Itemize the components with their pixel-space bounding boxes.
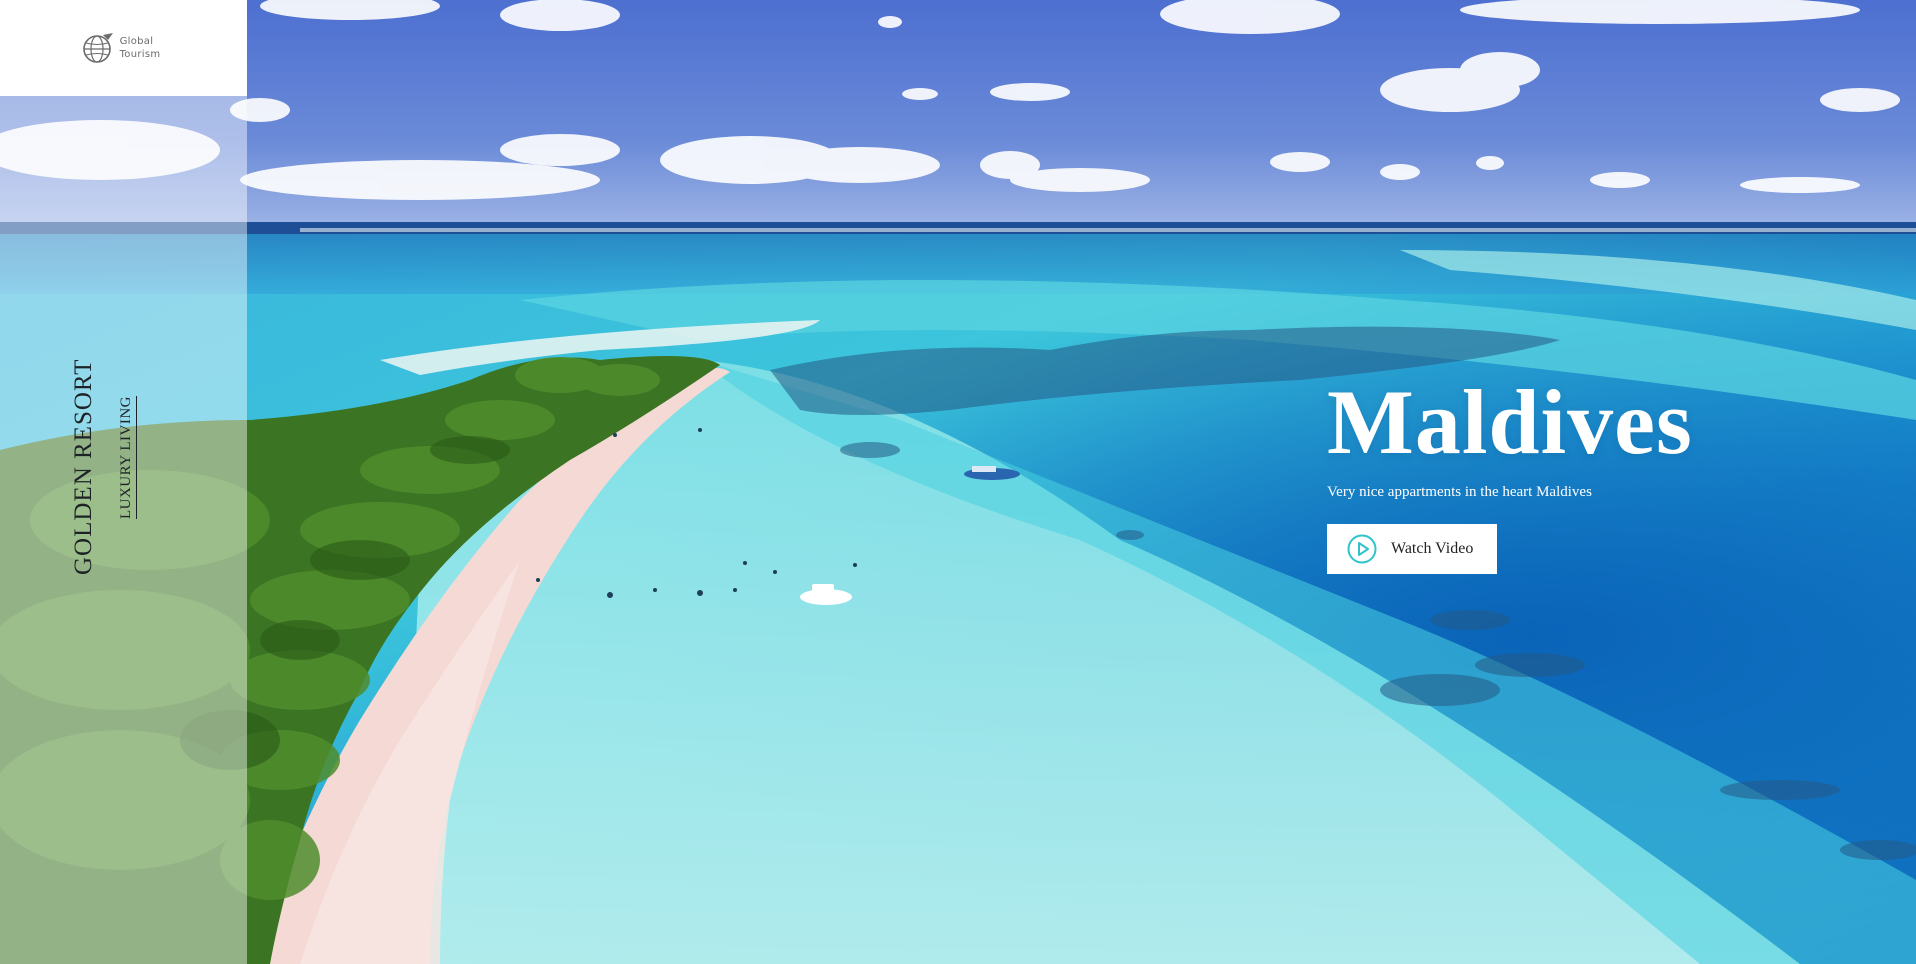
brand-sidebar: Global Tourism GOLDEN RESORT LUXURY LIVI… [0, 0, 247, 964]
logo-link[interactable]: Global Tourism [0, 0, 247, 96]
resort-tagline: LUXURY LIVING [118, 396, 137, 520]
globe-plane-icon [82, 33, 113, 63]
hero-title: Maldives [1327, 371, 1693, 473]
hero-subtitle: Very nice appartments in the heart Maldi… [1327, 484, 1592, 500]
resort-name: GOLDEN RESORT [70, 358, 97, 575]
logo-line-2: Tourism [119, 49, 161, 60]
logo-wordmark: Global Tourism [120, 35, 161, 61]
global-tourism-logo: Global Tourism [81, 31, 161, 65]
play-circle-icon [1347, 534, 1377, 564]
watch-video-label: Watch Video [1391, 540, 1474, 557]
watch-video-button[interactable]: Watch Video [1327, 524, 1497, 574]
hero-content: Maldives Very nice appartments in the he… [1327, 372, 1867, 574]
vertical-brand-title: GOLDEN RESORT LUXURY LIVING [70, 340, 150, 580]
landing-page: Global Tourism GOLDEN RESORT LUXURY LIVI… [0, 0, 1916, 964]
logo-line-1: Global [119, 36, 154, 47]
